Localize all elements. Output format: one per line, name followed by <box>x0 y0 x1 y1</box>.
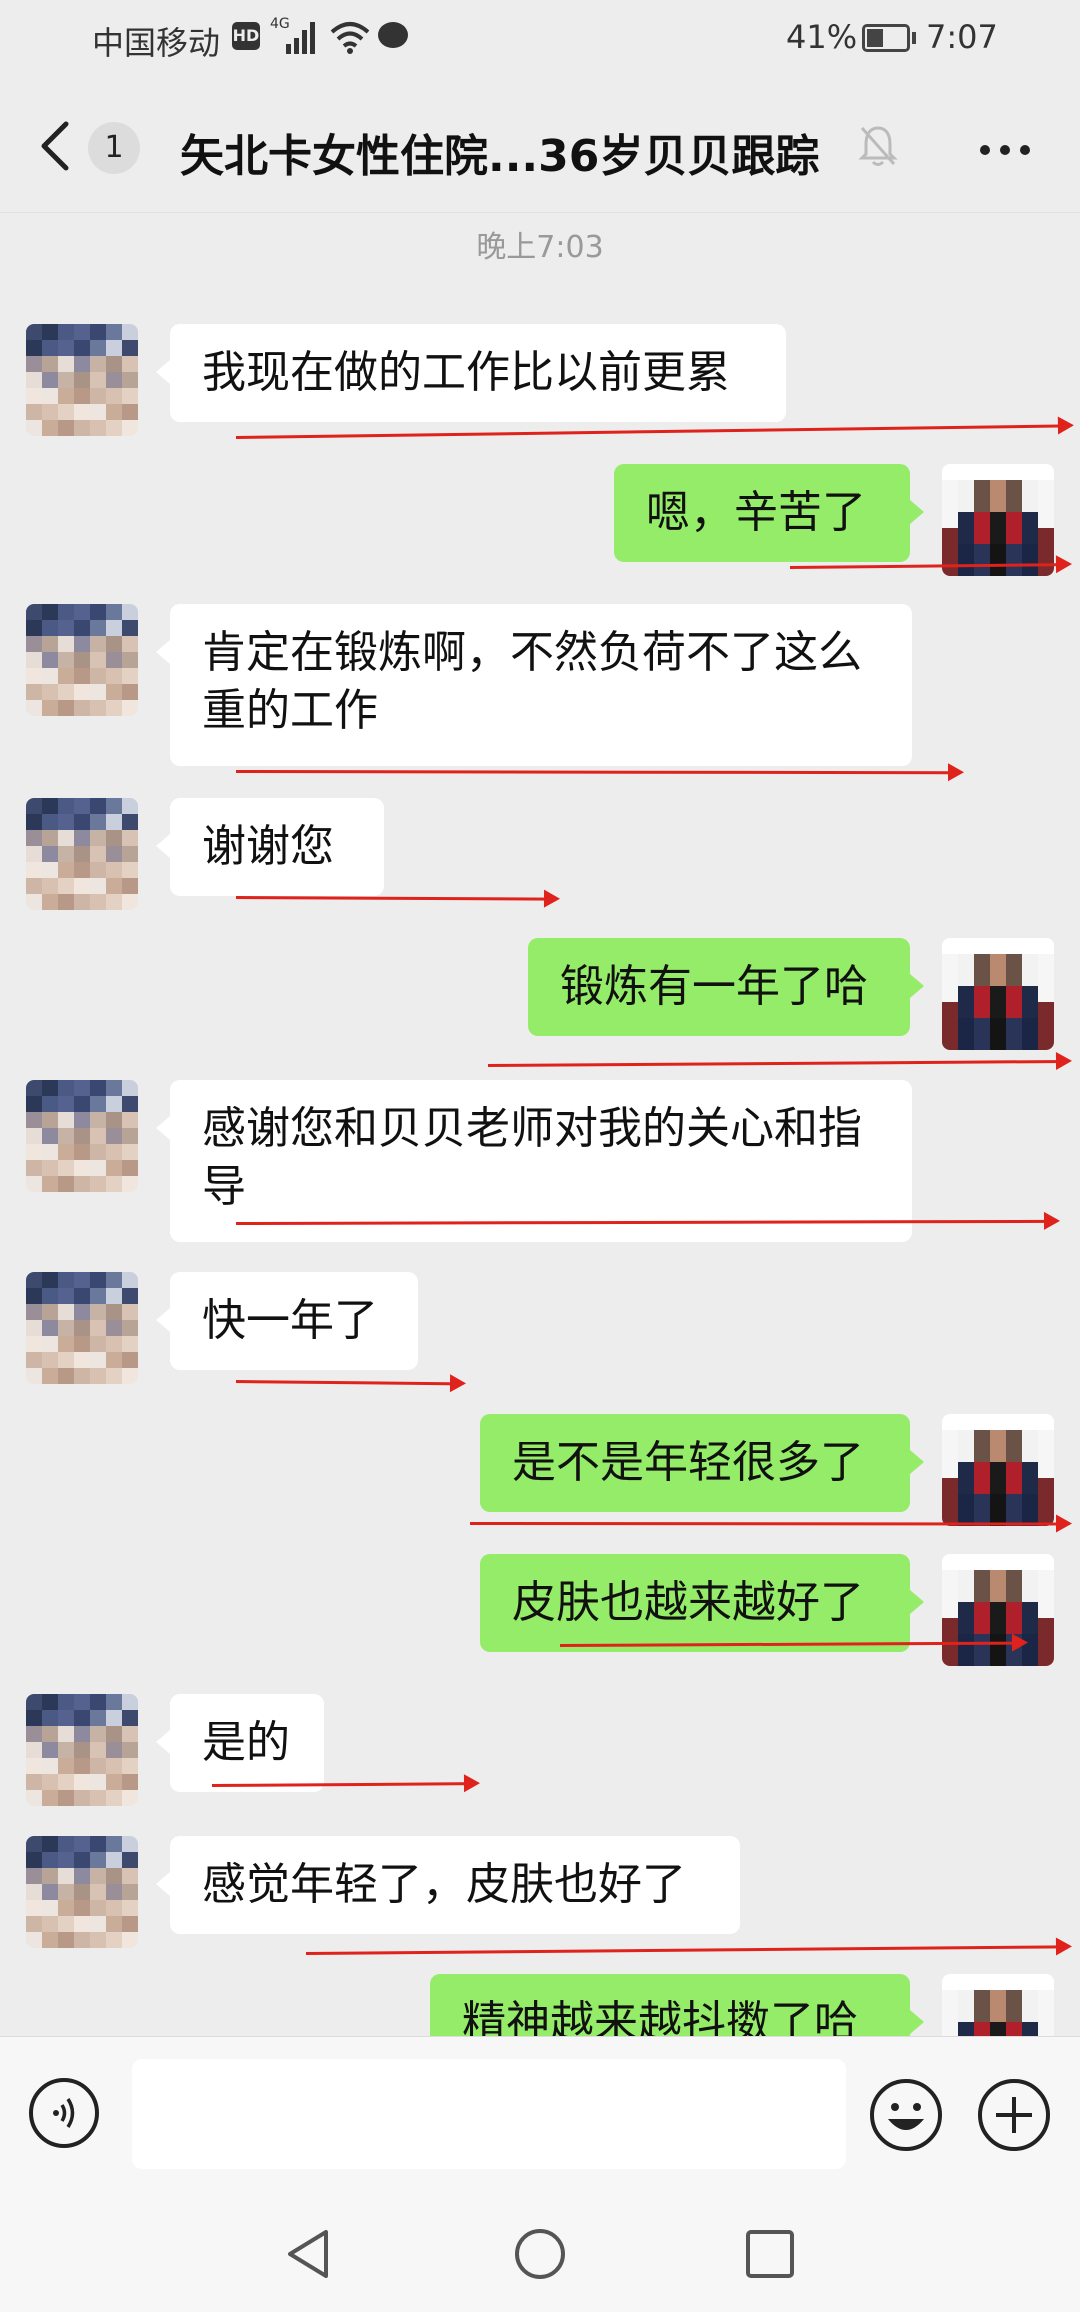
red-annotation-arrow <box>487 1059 1066 1067</box>
red-annotation-arrow <box>235 896 555 901</box>
avatar-image <box>26 1080 138 1192</box>
incoming-message[interactable]: 我现在做的工作比以前更累 <box>156 324 786 422</box>
red-annotation-arrow <box>469 1522 1067 1526</box>
chat-header: 1 矢北卡女性住院...36岁贝贝跟踪 <box>0 80 1080 213</box>
user-avatar[interactable] <box>942 938 1054 1050</box>
square-recents-icon <box>746 2230 794 2278</box>
avatar-image <box>26 798 138 910</box>
triangle-back-icon <box>288 2230 328 2278</box>
signal-icon: 4G <box>270 14 322 66</box>
user-avatar[interactable] <box>942 1554 1054 1666</box>
battery-icon <box>862 24 910 52</box>
incoming-message[interactable]: 感觉年轻了，皮肤也好了 <box>156 1836 740 1934</box>
avatar-image <box>26 1836 138 1948</box>
chat-notification-icon <box>378 22 408 48</box>
incoming-message[interactable]: 感谢您和贝贝老师对我的关心和指导 <box>156 1080 912 1242</box>
red-annotation-arrow <box>235 770 959 775</box>
battery-tip <box>912 32 916 44</box>
system-back-button[interactable] <box>282 2226 338 2282</box>
user-avatar[interactable] <box>942 464 1054 576</box>
network-type-label: 4G <box>270 16 290 32</box>
carrier-label: 中国移动 <box>92 24 221 62</box>
contact-avatar[interactable] <box>26 798 138 910</box>
incoming-message[interactable]: 快一年了 <box>156 1272 418 1370</box>
avatar-image <box>942 1554 1054 1666</box>
message-input[interactable] <box>132 2059 846 2169</box>
more-horizontal-icon <box>980 145 1030 155</box>
contact-avatar[interactable] <box>26 1272 138 1384</box>
plus-icon <box>978 2079 1050 2151</box>
contact-avatar[interactable] <box>26 324 138 436</box>
outgoing-message[interactable]: 皮肤也越来越好了 <box>480 1554 924 1652</box>
status-bar: 中国移动 HD 4G 41% 7:07 <box>0 0 1080 80</box>
avatar-image <box>26 604 138 716</box>
system-recents-button[interactable] <box>742 2226 798 2282</box>
avatar-image <box>26 324 138 436</box>
system-navigation-bar <box>0 2196 1080 2312</box>
voice-button[interactable] <box>28 2077 100 2149</box>
user-avatar[interactable] <box>942 1414 1054 1526</box>
incoming-message[interactable]: 谢谢您 <box>156 798 384 896</box>
outgoing-message[interactable]: 是不是年轻很多了 <box>480 1414 924 1512</box>
more-options-button[interactable] <box>975 120 1035 180</box>
incoming-message[interactable]: 肯定在锻炼啊，不然负荷不了这么重的工作 <box>156 604 912 766</box>
chat-title: 矢北卡女性住院...36岁贝贝跟踪 <box>180 131 820 182</box>
avatar-image <box>26 1694 138 1806</box>
red-annotation-arrow <box>235 424 1068 439</box>
battery-percent: 41% <box>786 18 858 56</box>
avatar-image <box>942 464 1054 576</box>
clock: 7:07 <box>926 18 998 56</box>
system-home-button[interactable] <box>512 2226 568 2282</box>
red-annotation-arrow <box>211 1782 475 1787</box>
message-timestamp: 晚上7:03 <box>476 230 604 265</box>
back-button[interactable] <box>32 116 82 176</box>
contact-avatar[interactable] <box>26 604 138 716</box>
outgoing-message[interactable]: 锻炼有一年了哈 <box>528 938 924 1036</box>
avatar-image <box>942 938 1054 1050</box>
bell-off-icon <box>858 124 898 168</box>
wifi-icon <box>330 20 370 62</box>
unread-count-badge[interactable]: 1 <box>88 122 140 174</box>
circle-home-icon <box>515 2229 565 2279</box>
red-annotation-arrow <box>305 1945 1066 1955</box>
contact-avatar[interactable] <box>26 1694 138 1806</box>
contact-avatar[interactable] <box>26 1080 138 1192</box>
avatar-image <box>942 1414 1054 1526</box>
input-bar <box>0 2036 1080 2197</box>
incoming-message[interactable]: 是的 <box>156 1694 324 1792</box>
voice-icon <box>29 2078 99 2148</box>
battery-level-fill <box>867 29 883 47</box>
red-annotation-arrow <box>235 1380 461 1386</box>
avatar-image <box>26 1272 138 1384</box>
hd-badge: HD <box>232 22 260 50</box>
emoji-button[interactable] <box>868 2077 944 2153</box>
contact-avatar[interactable] <box>26 1836 138 1948</box>
chevron-left-icon <box>41 121 69 171</box>
more-functions-button[interactable] <box>976 2077 1052 2153</box>
outgoing-message[interactable]: 嗯，辛苦了 <box>614 464 924 562</box>
emoji-icon <box>870 2079 942 2151</box>
